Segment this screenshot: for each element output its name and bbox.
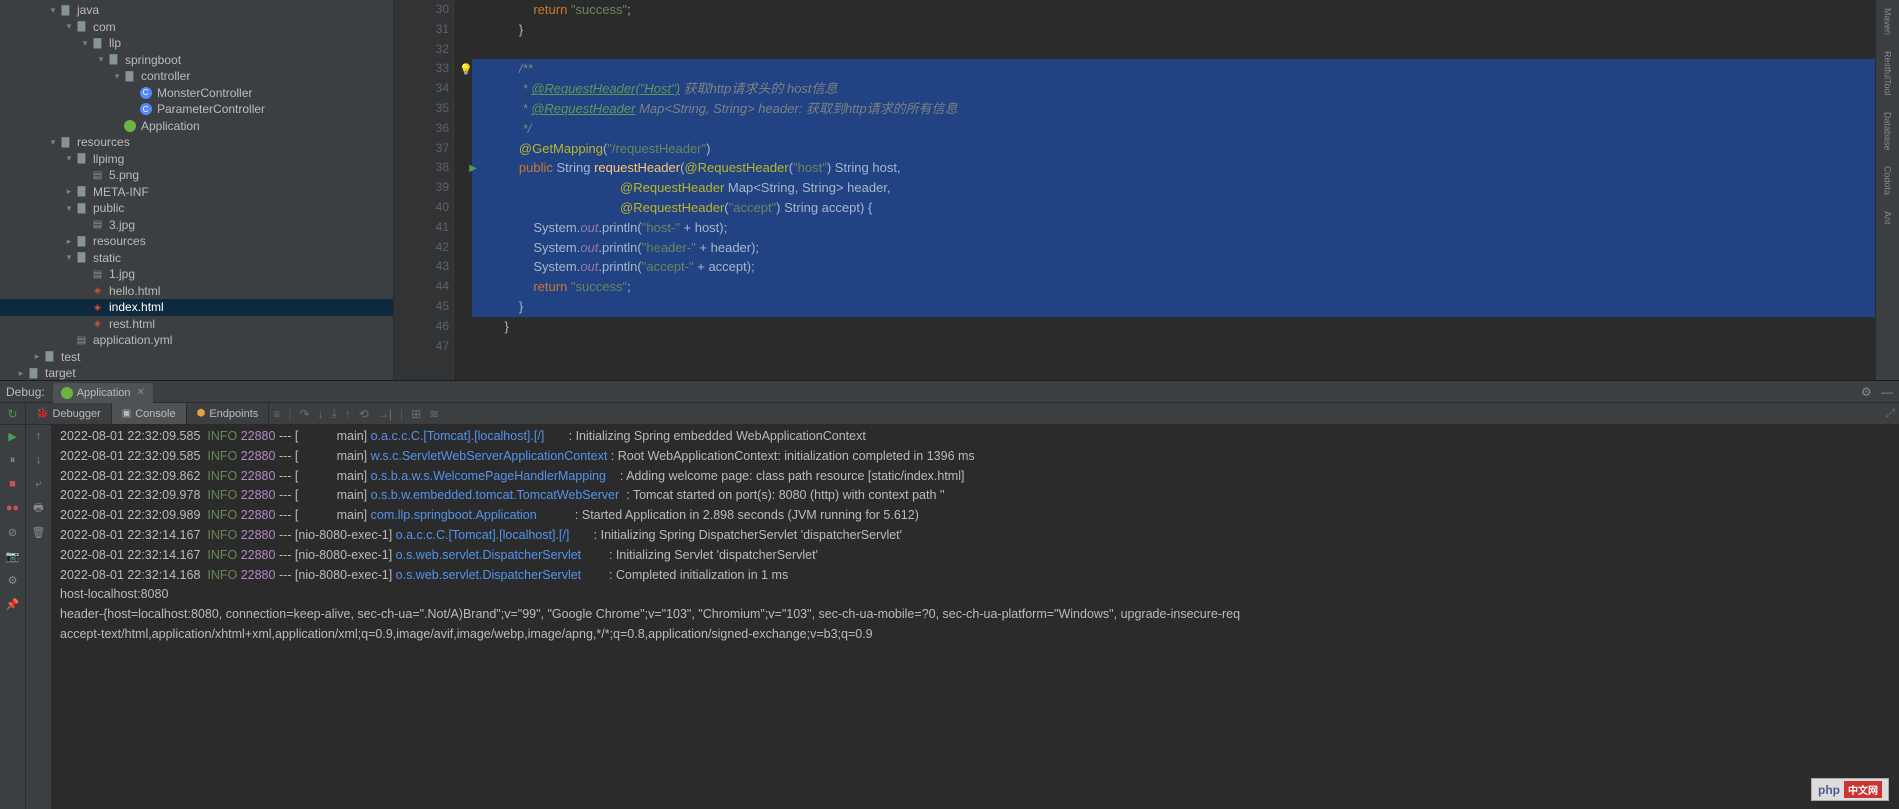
tree-item-target[interactable]: ▸▇target: [0, 365, 393, 380]
layout-icon[interactable]: ≡: [273, 407, 280, 421]
run-to-cursor-icon[interactable]: →|: [377, 407, 392, 421]
tree-item-meta-inf[interactable]: ▸▇META-INF: [0, 184, 393, 201]
tree-item-springboot[interactable]: ▾▇springboot: [0, 52, 393, 69]
tab-endpoints[interactable]: ⬢Endpoints: [187, 403, 270, 424]
console-output[interactable]: 2022-08-01 22:32:09.585 INFO 22880 --- […: [52, 425, 1899, 809]
minimize-icon[interactable]: —: [1881, 385, 1893, 399]
trace-icon[interactable]: ≋: [429, 407, 439, 421]
tree-item-static[interactable]: ▾▇static: [0, 250, 393, 267]
console-icon: ▣: [122, 408, 131, 419]
tree-item-resources[interactable]: ▸▇resources: [0, 233, 393, 250]
tree-item-controller[interactable]: ▾▇controller: [0, 68, 393, 85]
force-step-icon[interactable]: ⤓: [331, 406, 336, 421]
stop-button[interactable]: ■: [4, 475, 22, 493]
rerun-button[interactable]: ↻: [0, 403, 26, 424]
project-tree[interactable]: ▾▇java▾▇com▾▇llp▾▇springboot▾▇controller…: [0, 0, 394, 380]
step-over-icon[interactable]: ↷: [299, 407, 309, 421]
rail-database[interactable]: Database: [1881, 104, 1895, 159]
tree-item-hello-html[interactable]: ◈hello.html: [0, 283, 393, 300]
debug-run-tab[interactable]: Application ✕: [53, 383, 153, 403]
rail-codota[interactable]: Codota: [1881, 158, 1895, 203]
bug-icon: 🐞: [36, 408, 48, 419]
settings-button[interactable]: ⚙: [4, 571, 22, 589]
expand-icon[interactable]: ⤢: [1885, 406, 1895, 421]
debug-run-tab-label: Application: [77, 387, 131, 399]
tree-item-1-jpg[interactable]: ▤1.jpg: [0, 266, 393, 283]
step-out-icon[interactable]: ↑: [345, 407, 351, 421]
tree-item-parametercontroller[interactable]: CParameterController: [0, 101, 393, 118]
tree-item-com[interactable]: ▾▇com: [0, 19, 393, 36]
pause-button[interactable]: ⏸: [4, 451, 22, 469]
springboot-icon: [61, 387, 73, 399]
tree-item-llpimg[interactable]: ▾▇llpimg: [0, 151, 393, 168]
tree-item-java[interactable]: ▾▇java: [0, 2, 393, 19]
drop-frame-icon[interactable]: ⟲: [359, 407, 369, 421]
soft-wrap-button[interactable]: ⤶: [30, 475, 48, 493]
right-tool-rail[interactable]: MavenRestfulToolDatabaseCodotaAnt: [1875, 0, 1899, 380]
resume-button[interactable]: ▶: [4, 427, 22, 445]
tree-item-rest-html[interactable]: ◈rest.html: [0, 316, 393, 333]
debug-header: Debug: Application ✕ ⚙ —: [0, 381, 1899, 403]
view-breakpoints-button[interactable]: ●●: [4, 499, 22, 517]
camera-button[interactable]: 📷: [4, 547, 22, 565]
tree-item-3-jpg[interactable]: ▤3.jpg: [0, 217, 393, 234]
code-editor[interactable]: 303132333435363738394041424344454647 ret…: [394, 0, 1875, 380]
tab-debugger[interactable]: 🐞Debugger: [26, 403, 112, 424]
close-icon[interactable]: ✕: [137, 387, 145, 398]
tree-item-public[interactable]: ▾▇public: [0, 200, 393, 217]
tree-item-resources[interactable]: ▾▇resources: [0, 134, 393, 151]
tree-item-test[interactable]: ▸▇test: [0, 349, 393, 366]
rail-ant[interactable]: Ant: [1881, 203, 1895, 233]
rail-maven[interactable]: Maven: [1881, 0, 1895, 43]
scroll-down-button[interactable]: ↓: [30, 451, 48, 469]
tree-item-monstercontroller[interactable]: CMonsterController: [0, 85, 393, 102]
evaluate-icon[interactable]: ⊞: [411, 407, 421, 421]
rail-restfultool[interactable]: RestfulTool: [1881, 43, 1895, 104]
scroll-up-button[interactable]: ↑: [30, 427, 48, 445]
debug-title: Debug:: [6, 385, 45, 399]
step-into-icon[interactable]: ↓: [317, 407, 323, 421]
print-button[interactable]: 🖶: [30, 499, 48, 517]
tree-item-5-png[interactable]: ▤5.png: [0, 167, 393, 184]
gear-icon[interactable]: ⚙: [1861, 385, 1872, 399]
endpoints-icon: ⬢: [197, 408, 206, 419]
tree-item-index-html[interactable]: ◈index.html: [0, 299, 393, 316]
pin-button[interactable]: 📌: [4, 595, 22, 613]
tab-console[interactable]: ▣Console: [112, 403, 187, 424]
tree-item-application-yml[interactable]: ▤application.yml: [0, 332, 393, 349]
tree-item-llp[interactable]: ▾▇llp: [0, 35, 393, 52]
watermark: php 中文网: [1811, 778, 1889, 801]
tree-item-application[interactable]: Application: [0, 118, 393, 135]
mute-breakpoints-button[interactable]: ⊘: [4, 523, 22, 541]
clear-button[interactable]: 🗑: [30, 523, 48, 541]
